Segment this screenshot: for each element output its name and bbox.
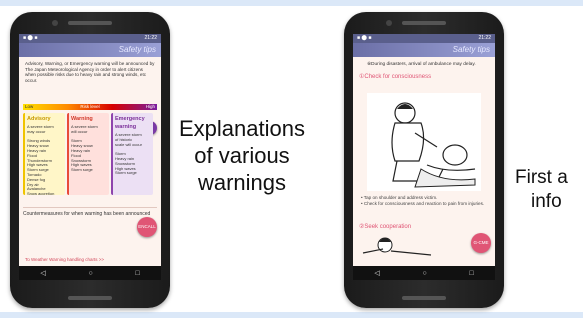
phone-screen: ■ ⬤ ■ 21:22 Safety tips Advisory, Warnin…: [19, 34, 161, 280]
status-bar: ■ ⬤ ■ 21:22: [19, 34, 161, 43]
nav-bar: ◁ ○ □: [353, 266, 495, 280]
caption-warnings: Explanations of various warnings: [170, 115, 314, 196]
bottom-band: [0, 312, 583, 318]
status-bar: ■ ⬤ ■ 21:22: [353, 34, 495, 43]
advisory-column[interactable]: Advisory A severe storm may occur Strong …: [23, 113, 65, 197]
risk-level-bar: Low Risk level High: [23, 104, 157, 110]
status-icons: ■ ⬤ ■: [23, 35, 38, 41]
speaker-grille: [68, 21, 112, 25]
advisory-lines: A severe storm may occur Strong winds Heav…: [27, 124, 63, 197]
risk-level-label: Risk level: [80, 104, 100, 109]
risk-high-label: High: [145, 104, 155, 109]
caption-line: of various: [194, 143, 290, 168]
home-icon[interactable]: ○: [88, 270, 92, 277]
recents-icon[interactable]: □: [469, 270, 473, 277]
column-line: Storm surge: [115, 170, 137, 176]
section-cooperation: ②Seek cooperation: [359, 224, 412, 230]
emergency-heading: Emergency warning: [115, 116, 145, 130]
ambulance-note: ※During disasters, arrival of ambulance …: [367, 62, 476, 67]
app-bar: Safety tips: [19, 43, 161, 57]
caption-line: Explanations: [179, 116, 305, 141]
content-area: Advisory, Warning, or Emergency warning …: [19, 57, 161, 266]
top-band: [0, 0, 583, 6]
content-area: ※During disasters, arrival of ambulance …: [353, 57, 495, 266]
recents-icon[interactable]: □: [135, 270, 139, 277]
cpr-illustration: [367, 93, 481, 191]
status-time: 21:22: [144, 35, 157, 41]
speaker-grille: [402, 21, 446, 25]
caption-line: warnings: [197, 170, 287, 195]
bottom-speaker: [68, 296, 112, 300]
column-line: Snow accretion: [27, 191, 55, 197]
warning-column[interactable]: Warning A severe storm will occur Storm He…: [67, 113, 109, 195]
handling-link[interactable]: To Weather Warning handling charts >>: [25, 257, 104, 262]
back-icon[interactable]: ◁: [40, 269, 45, 277]
status-time: 21:22: [478, 35, 491, 41]
app-title: Safety tips: [452, 45, 490, 54]
emergency-column[interactable]: Emergency warning A severe storm of histo…: [111, 113, 153, 195]
caption-first-aid: First a info: [515, 166, 583, 214]
bullet-item: • Check for consciousness and reaction t…: [361, 200, 485, 206]
section-consciousness: ①Check for consciousness: [359, 73, 432, 80]
caption-line: info: [531, 191, 562, 212]
advisory-heading: Advisory: [27, 116, 51, 122]
risk-low-label: Low: [25, 104, 34, 109]
countermeasures-text: Countermeasures for when warning has bee…: [23, 207, 157, 217]
app-bar: Safety tips: [353, 43, 495, 57]
intro-text: Advisory, Warning, or Emergency warning …: [25, 61, 155, 83]
column-line: Storm surge: [71, 167, 93, 173]
caption-line: First a: [515, 167, 568, 188]
status-icons: ■ ⬤ ■: [357, 35, 372, 41]
app-title: Safety tips: [118, 45, 156, 54]
back-icon[interactable]: ◁: [374, 269, 379, 277]
bottom-speaker: [402, 296, 446, 300]
phone-first-aid: ■ ⬤ ■ 21:22 Safety tips ※During disaster…: [344, 12, 504, 308]
front-camera: [52, 20, 58, 26]
warning-lines: A severe storm will occur Storm Heavy snow…: [71, 124, 107, 173]
phone-warnings: ■ ⬤ ■ 21:22 Safety tips Advisory, Warnin…: [10, 12, 170, 308]
victim-illustration: [362, 237, 432, 256]
phone-screen: ■ ⬤ ■ 21:22 Safety tips ※During disaster…: [353, 34, 495, 280]
nav-bar: ◁ ○ □: [19, 266, 161, 280]
encall-fab[interactable]: ENCALL: [137, 217, 157, 237]
consciousness-bullets: • Tap on shoulder and address victim. • …: [361, 195, 489, 206]
home-icon[interactable]: ○: [422, 270, 426, 277]
gcme-fab[interactable]: G-CME: [471, 233, 491, 253]
emergency-lines: A severe storm of historic scale will occu…: [115, 132, 151, 176]
front-camera: [386, 20, 392, 26]
warning-heading: Warning: [71, 116, 93, 122]
